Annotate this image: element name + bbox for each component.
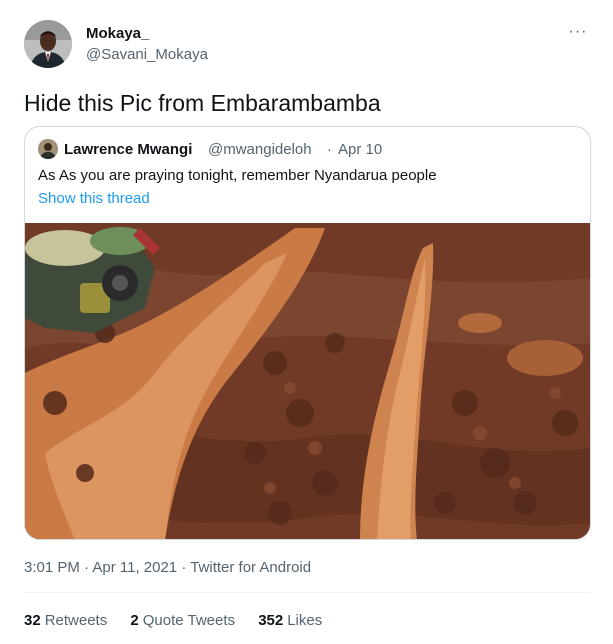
- tweet-text: Hide this Pic from Embarambamba: [24, 90, 381, 116]
- quoted-author-handle[interactable]: @mwangideloh: [208, 141, 312, 158]
- retweets-stat[interactable]: 32 Retweets: [24, 612, 107, 629]
- tweet: Mokaya_ @Savani_Mokaya ··· Hide this Pic…: [0, 0, 613, 644]
- likes-stat[interactable]: 352 Likes: [258, 612, 322, 629]
- quoted-avatar-photo: [38, 139, 58, 159]
- muddy-road-photo[interactable]: [25, 223, 591, 540]
- quoted-separator: ·: [327, 141, 332, 158]
- likes-label: Likes: [287, 612, 323, 629]
- author-handle[interactable]: @Savani_Mokaya: [86, 46, 208, 63]
- quoted-tweet-card[interactable]: Lawrence Mwangi @mwangideloh · Apr 10 As…: [24, 126, 591, 540]
- retweets-count: 32: [24, 612, 41, 629]
- retweets-label: Retweets: [44, 612, 108, 629]
- show-thread-link[interactable]: Show this thread: [38, 190, 150, 207]
- quotes-count: 2: [130, 612, 139, 629]
- author-avatar[interactable]: [24, 20, 72, 68]
- quoted-author-avatar[interactable]: [38, 139, 58, 159]
- quotes-label: Quote Tweets: [142, 612, 236, 629]
- tweet-timestamp[interactable]: 3:01 PM · Apr 11, 2021 · Twitter for And…: [24, 559, 311, 576]
- quoted-text: As As you are praying tonight, remember …: [38, 167, 437, 184]
- divider: [24, 592, 591, 593]
- quote-tweets-stat[interactable]: 2 Quote Tweets: [130, 612, 235, 629]
- more-horizontal-icon[interactable]: ···: [566, 22, 590, 42]
- likes-count: 352: [258, 612, 284, 629]
- author-display-name[interactable]: Mokaya_: [86, 25, 149, 42]
- quoted-author-name[interactable]: Lawrence Mwangi: [64, 141, 192, 158]
- quoted-date[interactable]: Apr 10: [338, 141, 382, 158]
- engagement-stats: 32 Retweets 2 Quote Tweets 352 Likes: [24, 612, 341, 629]
- avatar-photo: [24, 20, 72, 68]
